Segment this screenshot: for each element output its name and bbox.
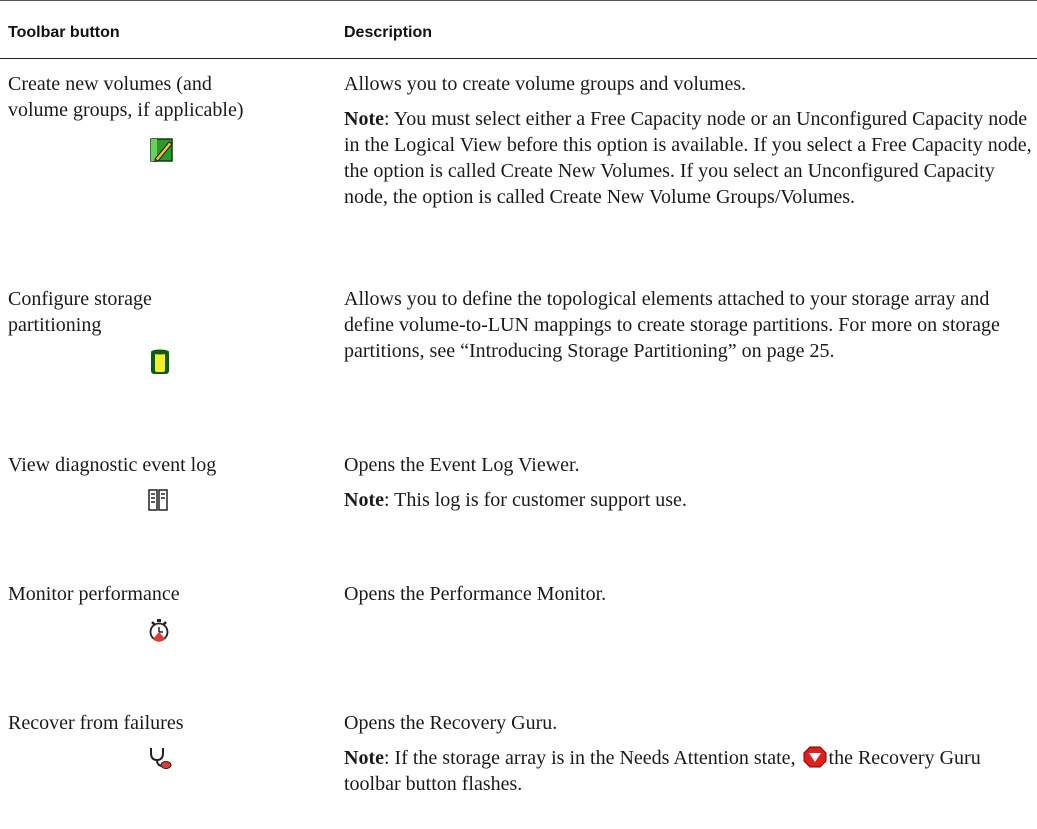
header-description: Description: [344, 24, 433, 41]
toolbar-button-name: Recover from failures: [8, 712, 184, 734]
needs-attention-icon: [803, 746, 827, 768]
description-cell: Opens the Recovery Guru. Note: If the st…: [344, 710, 1032, 797]
toolbar-button-name: View diagnostic event log: [8, 454, 217, 476]
header-rule: [0, 58, 1037, 59]
toolbar-button-name: Configure storage partitioning: [8, 288, 152, 336]
stopwatch-icon: [149, 619, 169, 642]
description-cell: Opens the Event Log Viewer. Note: This l…: [344, 452, 1032, 513]
toolbar-button-name: Create new volumes (and volume groups, i…: [8, 73, 244, 121]
note-paragraph: Note: This log is for customer support u…: [344, 489, 687, 511]
note-paragraph: Note: You must select either a Free Capa…: [344, 108, 1032, 208]
note-paragraph: Note: If the storage array is in the Nee…: [344, 746, 981, 795]
stethoscope-icon: [150, 748, 172, 769]
storage-partition-icon: [151, 349, 169, 374]
toolbar-button-name: Monitor performance: [8, 583, 180, 605]
create-volume-icon: [150, 138, 173, 162]
table-top-rule: [0, 0, 1037, 1]
event-log-icon: [148, 489, 168, 511]
description-cell: Allows you to create volume groups and v…: [344, 73, 1032, 208]
description-cell: Allows you to define the topological ele…: [344, 288, 1000, 362]
description-cell: Opens the Performance Monitor.: [344, 583, 607, 605]
header-toolbar-button: Toolbar button: [8, 24, 120, 41]
